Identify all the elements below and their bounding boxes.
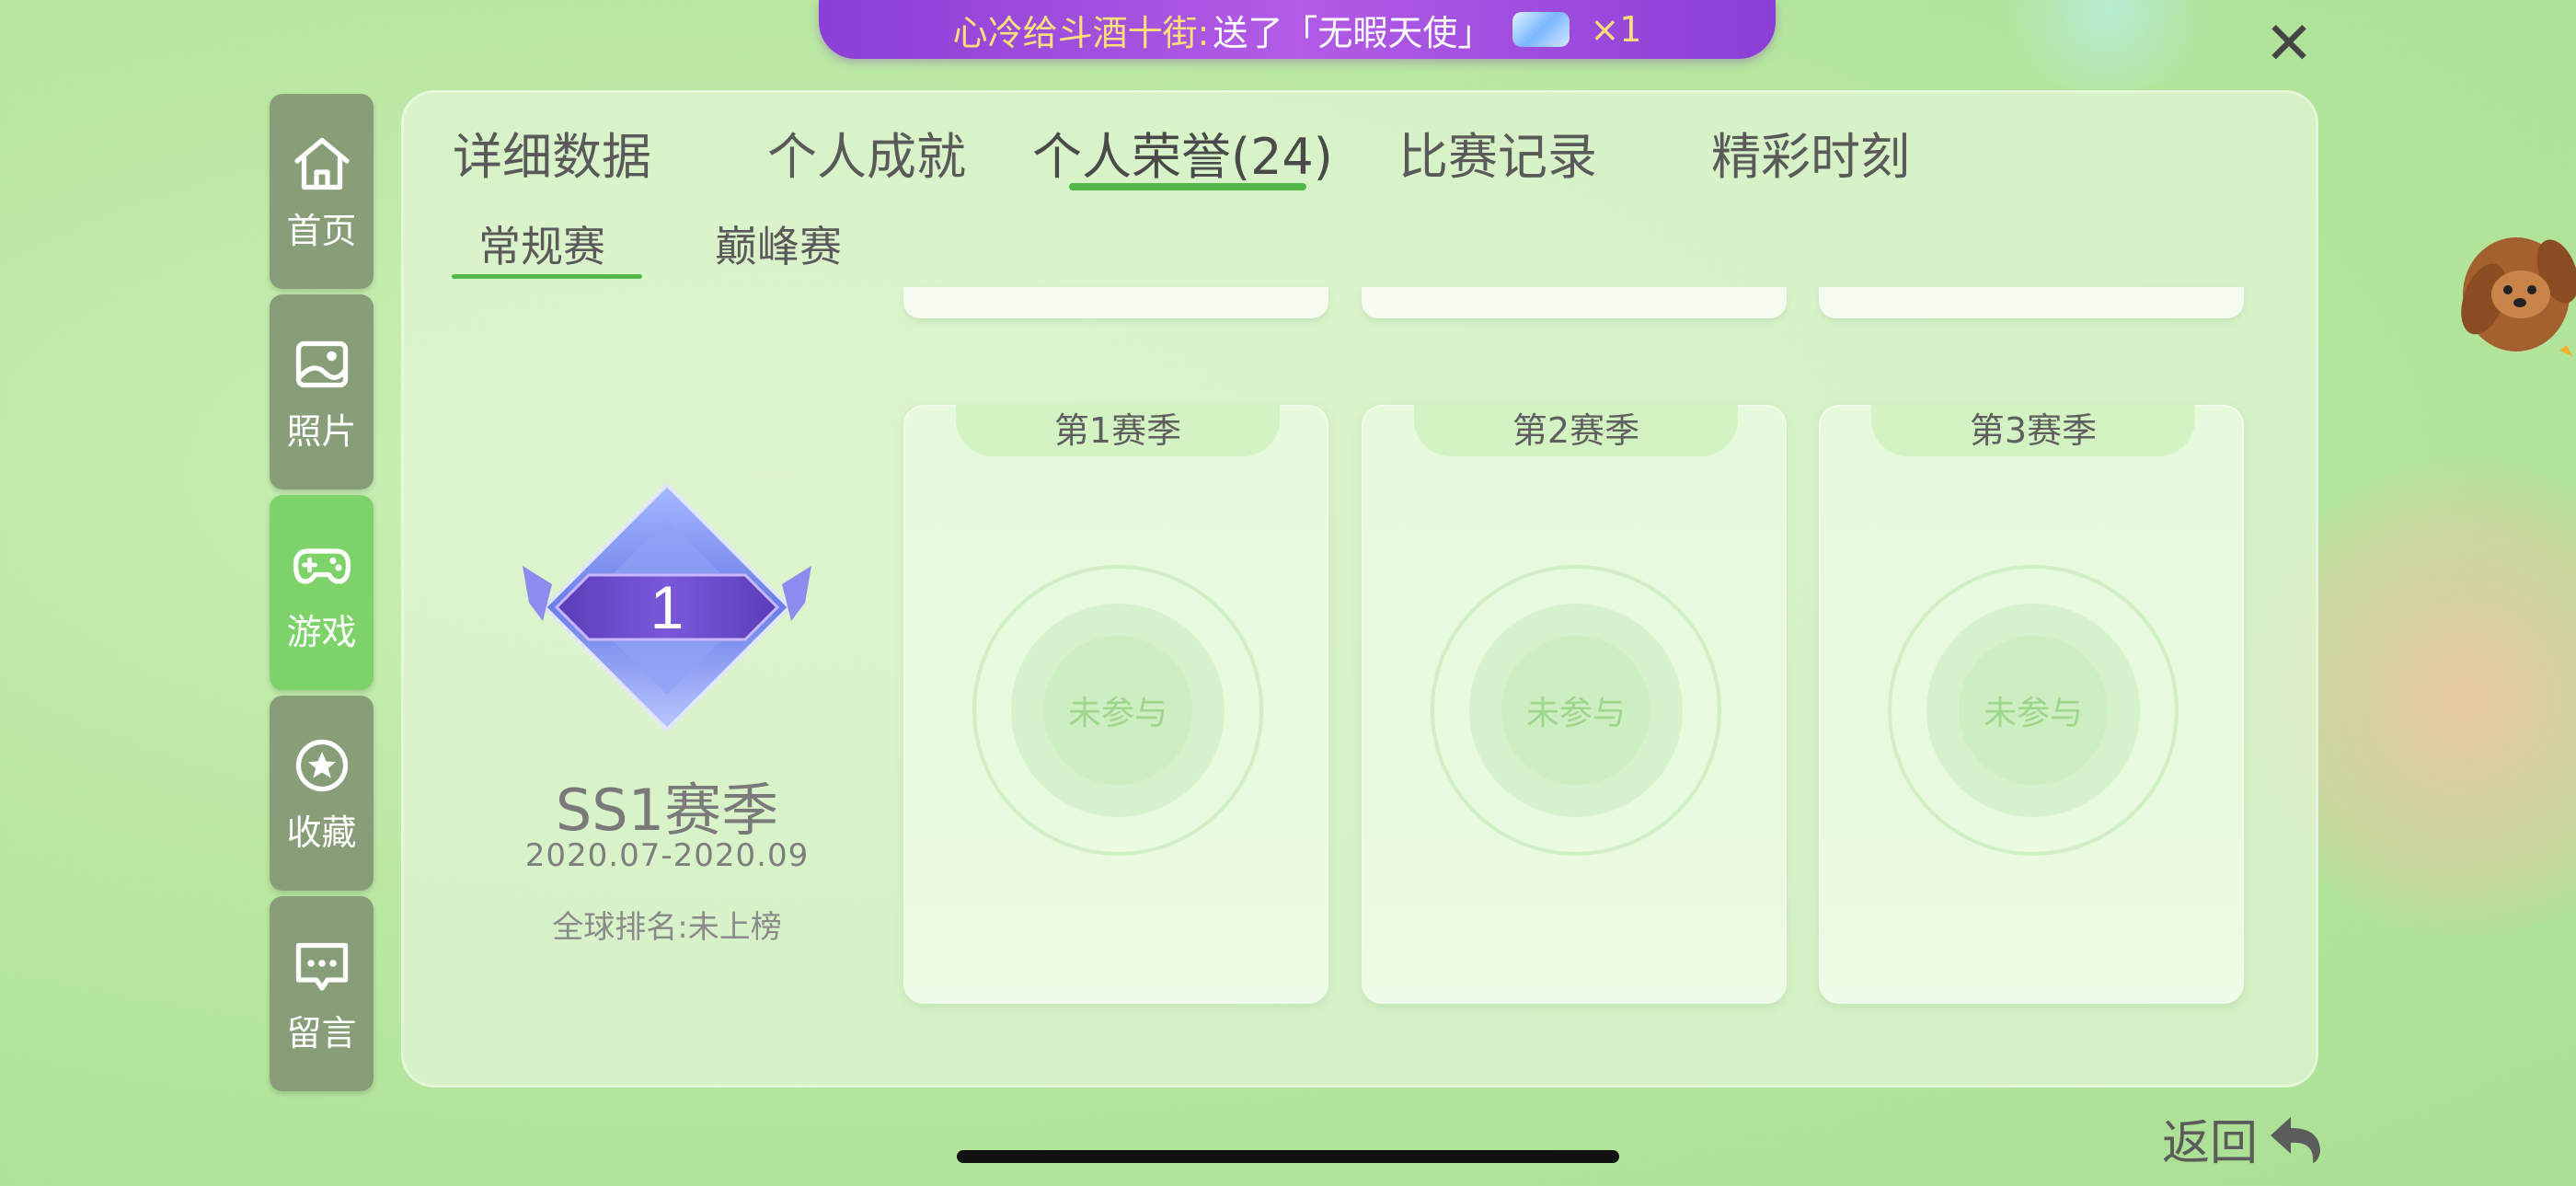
card-stub — [1819, 287, 2244, 318]
back-label: 返回 — [2162, 1116, 2259, 1171]
message-icon — [295, 942, 348, 991]
gift-notification-banner: 心冷给斗酒十街: 送了「无暇天使」 ×1 — [819, 0, 1776, 59]
sidebar-item-games[interactable]: 游戏 — [270, 495, 374, 690]
sidebar-item-photos[interactable]: 照片 — [270, 294, 374, 489]
gamepad-icon — [293, 547, 351, 584]
star-icon — [295, 739, 348, 791]
subtab-peak-season[interactable]: 巅峰赛 — [715, 213, 842, 274]
tab-honors[interactable]: 个人荣誉(24) — [1032, 116, 1333, 189]
banner-sender: 心冷给斗酒十街: — [952, 12, 1210, 53]
season-card-title: 第1赛季 — [956, 405, 1280, 456]
background-blob — [1987, 0, 2226, 92]
pet-character-icon[interactable] — [2429, 207, 2576, 373]
back-arrow-icon — [2271, 1116, 2321, 1163]
sidebar-item-home[interactable]: 首页 — [270, 94, 374, 289]
season-dates: 2020.07-2020.09 — [524, 837, 810, 874]
sidebar: 首页 照片 游戏 收藏 留言 — [270, 94, 374, 1097]
gift-icon — [1512, 12, 1570, 47]
season-card[interactable]: 第2赛季 未参与 — [1362, 405, 1787, 1004]
season-card-status: 未参与 — [1959, 636, 2108, 785]
sidebar-item-label: 照片 — [286, 410, 357, 452]
home-icon — [293, 137, 350, 190]
subtab-regular-season[interactable]: 常规赛 — [478, 213, 605, 274]
active-tab-indicator — [1069, 183, 1306, 190]
season-card-status: 未参与 — [1043, 636, 1192, 785]
tab-highlights[interactable]: 精彩时刻 — [1711, 116, 1910, 189]
photo-icon — [295, 340, 348, 387]
back-button[interactable]: 返回 — [2162, 1104, 2328, 1173]
tab-detailed-data[interactable]: 详细数据 — [453, 116, 651, 189]
season-card[interactable]: 第3赛季 未参与 — [1819, 405, 2244, 1004]
season-card-title: 第2赛季 — [1414, 405, 1738, 456]
banner-count: ×1 — [1590, 9, 1642, 50]
home-indicator[interactable] — [957, 1150, 1619, 1163]
sidebar-item-messages[interactable]: 留言 — [270, 896, 374, 1091]
active-subtab-indicator — [452, 274, 642, 279]
sidebar-item-favorites[interactable]: 收藏 — [270, 696, 374, 891]
sidebar-item-label: 游戏 — [286, 611, 357, 652]
tab-achievements[interactable]: 个人成就 — [767, 116, 966, 189]
sidebar-item-label: 收藏 — [286, 812, 357, 853]
tab-bar: 详细数据 个人成就 个人荣誉(24) 比赛记录 精彩时刻 — [453, 116, 2017, 190]
card-stub — [903, 287, 1328, 318]
badge-number: 1 — [650, 573, 684, 641]
season-rank-badge: 1 — [523, 483, 811, 731]
tab-match-records[interactable]: 比赛记录 — [1398, 116, 1597, 189]
season-title: SS1赛季 — [555, 777, 779, 844]
season-card-title: 第3赛季 — [1871, 405, 2195, 456]
card-stub — [1362, 287, 1787, 318]
sidebar-item-label: 首页 — [286, 210, 357, 251]
banner-message: 送了「无暇天使」 — [1213, 12, 1493, 53]
season-card-status: 未参与 — [1501, 636, 1650, 785]
global-rank: 全球排名:未上榜 — [552, 909, 782, 946]
season-card[interactable]: 第1赛季 未参与 — [903, 405, 1328, 1004]
close-icon[interactable]: ✕ — [2261, 15, 2317, 74]
sidebar-item-label: 留言 — [286, 1012, 357, 1054]
